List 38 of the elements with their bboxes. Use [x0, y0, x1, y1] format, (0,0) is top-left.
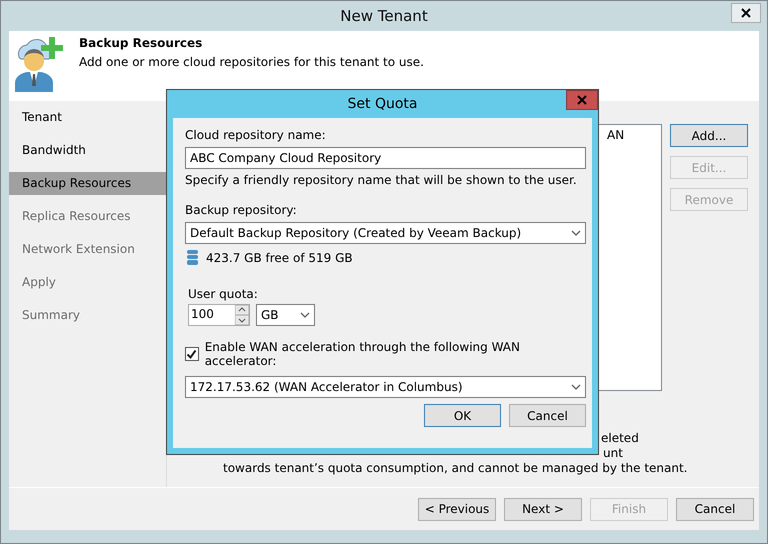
close-icon: [577, 95, 587, 105]
wizard-button[interactable]: < Previous: [418, 498, 496, 520]
description-text: towards tenant’s quota consumption, and cannot be managed by the tenant.: [223, 461, 688, 476]
description-text: unt: [602, 446, 624, 461]
chevron-down-icon: [300, 312, 310, 318]
wizard-button[interactable]: Next >: [504, 498, 582, 520]
side-button[interactable]: Add...: [670, 124, 748, 147]
checkbox[interactable]: [185, 347, 199, 361]
field-label: Backup repository:: [185, 203, 298, 217]
dialog-title: Set Quota: [348, 96, 418, 112]
chevron-down-icon: [571, 384, 581, 390]
repository-name-field[interactable]: ABC Company Cloud Repository: [185, 147, 586, 169]
spin-down-icon[interactable]: [235, 315, 249, 325]
repository-dropdown[interactable]: Default Backup Repository (Created by Veeam Backup): [185, 222, 586, 244]
close-icon: [741, 8, 751, 18]
chevron-down-icon: [571, 230, 581, 236]
checkbox-label: Enable WAN acceleration through the following WAN accelerator:: [204, 340, 521, 368]
step-item[interactable]: Bandwidth: [9, 139, 166, 162]
column-header: AN: [607, 128, 624, 142]
wan-accelerator-dropdown[interactable]: 172.17.53.62 (WAN Accelerator in Columbus): [185, 376, 586, 398]
free-space-text: 423.7 GB free of 519 GB: [206, 250, 353, 264]
dialog-button[interactable]: Cancel: [509, 404, 586, 427]
window-title: New Tenant: [340, 7, 428, 25]
spin-up-icon[interactable]: [235, 305, 249, 315]
unit-dropdown[interactable]: GB: [256, 304, 315, 326]
page-title: Backup Resources: [79, 36, 204, 50]
dialog-button[interactable]: OK: [424, 404, 501, 427]
wizard-button[interactable]: Cancel: [676, 498, 754, 520]
step-item[interactable]: Tenant: [9, 106, 166, 129]
field-label: User quota:: [188, 287, 259, 301]
quota-spinner[interactable]: 100: [188, 304, 250, 326]
close-button[interactable]: [731, 3, 761, 23]
description-text: eleted: [600, 431, 640, 446]
hint-text: Specify a friendly repository name that will be shown to the user.: [185, 173, 578, 187]
step-item[interactable]: Backup Resources: [9, 172, 166, 195]
field-label: Cloud repository name:: [185, 128, 327, 142]
database-icon: [187, 250, 198, 265]
page-description: Add one or more cloud repositories for this tenant to use.: [79, 55, 424, 69]
